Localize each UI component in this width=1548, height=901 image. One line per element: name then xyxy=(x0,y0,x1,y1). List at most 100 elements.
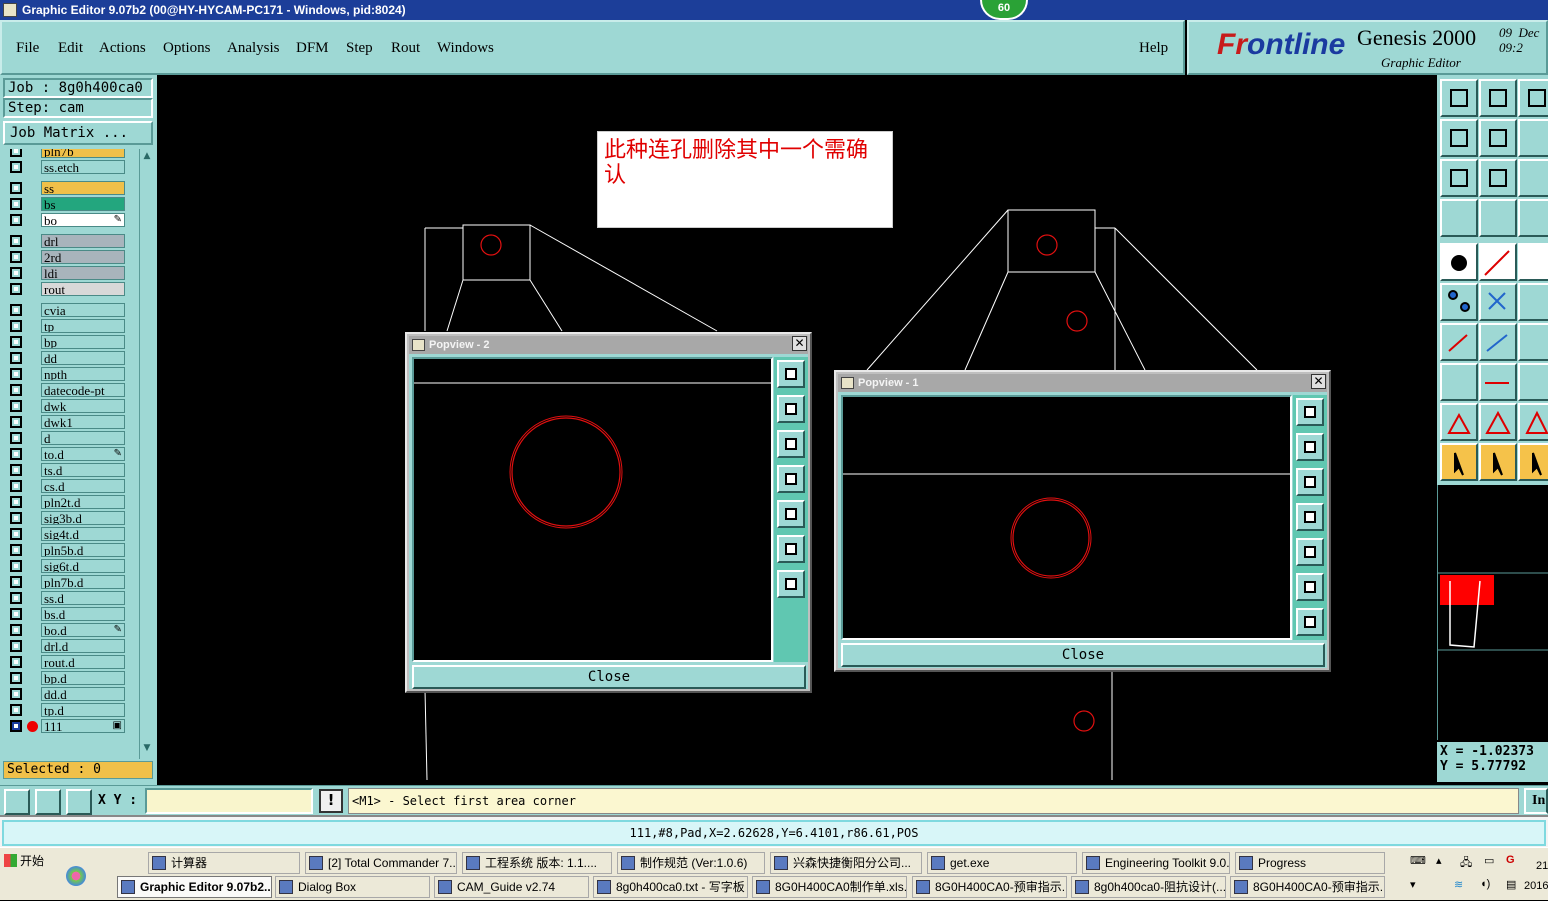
menu-analysis[interactable]: Analysis xyxy=(227,40,280,57)
layer-checkbox[interactable] xyxy=(10,400,22,412)
layer-checkbox[interactable] xyxy=(10,624,22,636)
layer-checkbox[interactable] xyxy=(10,161,22,173)
popview-1-canvas[interactable] xyxy=(841,395,1292,640)
layer-name[interactable]: ss.d xyxy=(41,591,125,605)
menu-help[interactable]: Help xyxy=(1139,40,1168,57)
scroll-up-icon[interactable]: ▲ xyxy=(141,151,153,163)
layer-name[interactable]: rout.d xyxy=(41,655,125,669)
zoom-home-icon[interactable] xyxy=(777,570,805,598)
layer-checkbox[interactable] xyxy=(10,480,22,492)
layer-row[interactable]: bs xyxy=(8,197,126,211)
menu-rout[interactable]: Rout xyxy=(391,40,420,57)
layer-checkbox[interactable] xyxy=(10,352,22,364)
zoom-window-icon[interactable] xyxy=(1296,398,1324,426)
layer-row[interactable]: pln2t.d xyxy=(8,495,126,509)
layer-checkbox[interactable] xyxy=(10,688,22,700)
layer-row[interactable]: drl xyxy=(8,234,126,248)
layer-row[interactable]: pln5b.d xyxy=(8,543,126,557)
layer-checkbox[interactable] xyxy=(10,336,22,348)
layer-checkbox[interactable] xyxy=(10,528,22,540)
layer-row[interactable]: bo ✎ xyxy=(8,213,126,227)
layer-row[interactable]: to.d ✎ xyxy=(8,447,126,461)
pan-down-icon[interactable] xyxy=(1296,468,1324,496)
layer-checkbox[interactable] xyxy=(10,720,22,732)
layer-checkbox[interactable] xyxy=(10,368,22,380)
layer-row[interactable]: 111 ▣ xyxy=(8,719,126,733)
popview-2-close-button[interactable]: Close xyxy=(412,665,806,689)
taskbar-button[interactable]: get.exe xyxy=(927,852,1077,874)
pan-left-icon[interactable] xyxy=(777,465,805,493)
layer-checkbox[interactable] xyxy=(10,304,22,316)
app-tray-icon[interactable]: G xyxy=(1506,854,1515,866)
layer-row[interactable]: bs.d xyxy=(8,607,126,621)
taskbar-button[interactable]: 8G0H400CA0制作单.xls... xyxy=(752,876,907,898)
layer-checkbox[interactable] xyxy=(10,464,22,476)
taskbar-button[interactable]: 8G0H400CA0-预审指示... xyxy=(1230,876,1385,898)
layer-name[interactable]: to.d ✎ xyxy=(41,447,125,461)
layer-name[interactable]: bo ✎ xyxy=(41,213,125,227)
layer-name[interactable]: drl xyxy=(41,234,125,248)
pan-left-icon[interactable] xyxy=(1296,503,1324,531)
layer-row[interactable]: cvia xyxy=(8,303,126,317)
layer-checkbox[interactable] xyxy=(10,384,22,396)
layer-checkbox[interactable] xyxy=(10,235,22,247)
layer-checkbox[interactable] xyxy=(10,448,22,460)
layer-row[interactable]: dwk1 xyxy=(8,415,126,429)
overview-minimap[interactable] xyxy=(1437,485,1548,740)
layer-name[interactable]: ss xyxy=(41,181,125,195)
layer-name[interactable]: bp.d xyxy=(41,671,125,685)
layer-checkbox[interactable] xyxy=(10,283,22,295)
taskbar-button[interactable]: 8G0H400CA0-预审指示... xyxy=(912,876,1067,898)
menu-options[interactable]: Options xyxy=(163,40,211,57)
layer-row[interactable]: cs.d xyxy=(8,479,126,493)
layer-row[interactable]: ss.d xyxy=(8,591,126,605)
pan-right-icon[interactable] xyxy=(777,500,805,528)
layer-row[interactable]: tp.d xyxy=(8,703,126,717)
close-icon[interactable]: ✕ xyxy=(1311,374,1326,389)
zoom-fit-icon[interactable] xyxy=(1296,573,1324,601)
layer-row[interactable]: drl.d xyxy=(8,639,126,653)
zoom-fit-icon[interactable] xyxy=(777,535,805,563)
layer-name[interactable]: drl.d xyxy=(41,639,125,653)
measure-icon[interactable] xyxy=(35,789,61,815)
start-button[interactable]: 开始 xyxy=(2,851,58,873)
layer-checkbox[interactable] xyxy=(10,576,22,588)
layer-name[interactable]: pln5b.d xyxy=(41,543,125,557)
popview-2-canvas[interactable] xyxy=(412,357,773,662)
layer-name[interactable]: pln7b.d xyxy=(41,575,125,589)
layer-checkbox[interactable] xyxy=(10,496,22,508)
network-icon[interactable]: 🖧 xyxy=(1460,854,1472,873)
layer-row[interactable]: 2rd xyxy=(8,250,126,264)
layer-name[interactable]: ss.etch xyxy=(41,160,125,174)
layer-checkbox[interactable] xyxy=(10,432,22,444)
zoom-window-icon[interactable] xyxy=(777,360,805,388)
popview-2-titlebar[interactable]: Popview - 2 xyxy=(409,336,808,354)
layer-row[interactable]: dd.d xyxy=(8,687,126,701)
menu-dfm[interactable]: DFM xyxy=(296,40,329,57)
layer-row[interactable]: datecode-pt xyxy=(8,383,126,397)
layer-row[interactable]: sig6t.d xyxy=(8,559,126,573)
layer-checkbox[interactable] xyxy=(10,320,22,332)
layer-checkbox[interactable] xyxy=(10,416,22,428)
quicklaunch-icon[interactable] xyxy=(66,866,86,886)
taskbar-button[interactable]: 兴森快捷衡阳分公司... xyxy=(770,852,922,874)
layer-checkbox[interactable] xyxy=(10,640,22,652)
layer-checkbox[interactable] xyxy=(10,672,22,684)
pan-right-icon[interactable] xyxy=(1296,538,1324,566)
layer-name[interactable]: npth xyxy=(41,367,125,381)
layer-checkbox[interactable] xyxy=(10,608,22,620)
layer-row[interactable]: pln7b xyxy=(8,149,126,158)
monitor-icon[interactable]: ▭ xyxy=(1484,854,1494,867)
layer-checkbox[interactable] xyxy=(10,149,22,157)
menu-edit[interactable]: Edit xyxy=(58,40,83,57)
taskbar-button[interactable]: Graphic Editor 9.07b2... xyxy=(117,876,272,898)
menu-step[interactable]: Step xyxy=(346,40,373,57)
popview-1-window[interactable]: Popview - 1 ✕ Close xyxy=(834,370,1331,672)
pan-up-icon[interactable] xyxy=(777,395,805,423)
layer-row[interactable]: npth xyxy=(8,367,126,381)
expand-tray-icon[interactable]: ▴ xyxy=(1436,854,1442,867)
menu-file[interactable]: File xyxy=(16,40,39,57)
xy-input[interactable] xyxy=(145,788,313,814)
layer-name[interactable]: datecode-pt xyxy=(41,383,125,397)
taskbar-button[interactable]: Engineering Toolkit 9.0... xyxy=(1082,852,1230,874)
